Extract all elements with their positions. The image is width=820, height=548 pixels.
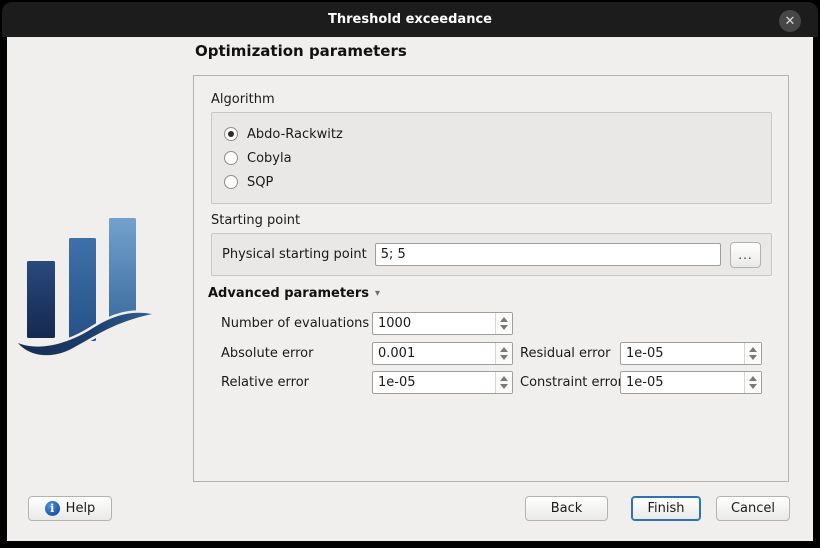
advanced-parameters-toggle[interactable]: Advanced parameters ▾ [208, 286, 380, 301]
radio-button-icon [224, 127, 238, 141]
advanced-parameters-label: Advanced parameters [208, 286, 369, 301]
spinner-buttons [744, 343, 761, 364]
number-of-evaluations-spinbox [372, 312, 513, 335]
cancel-button[interactable]: Cancel [716, 496, 790, 521]
relative-error-input[interactable] [373, 372, 495, 393]
relative-error-spinbox [372, 371, 513, 394]
spin-up-icon[interactable] [500, 376, 508, 381]
spin-up-icon[interactable] [500, 317, 508, 322]
back-button-label: Back [551, 501, 583, 516]
spinner-buttons [744, 372, 761, 393]
dialog-body: Optimization parameters Algorithm Abdo-R… [7, 37, 813, 541]
help-button-label: Help [66, 501, 96, 516]
starting-point-groupbox: Physical starting point ... [211, 233, 772, 276]
spin-down-icon[interactable] [500, 355, 508, 360]
spinner-buttons [495, 343, 512, 364]
constraint-error-spinbox [620, 371, 762, 394]
spin-up-icon[interactable] [749, 376, 757, 381]
radio-label: Abdo-Rackwitz [247, 127, 343, 142]
finish-button[interactable]: Finish [631, 496, 701, 521]
radio-cobyla[interactable]: Cobyla [224, 146, 759, 170]
titlebar: Threshold exceedance ✕ [2, 2, 818, 37]
spin-down-icon[interactable] [500, 325, 508, 330]
absolute-error-spinbox [372, 342, 513, 365]
radio-label: Cobyla [247, 151, 292, 166]
residual-error-input[interactable] [621, 343, 744, 364]
spinner-buttons [495, 313, 512, 334]
algorithm-groupbox: Abdo-Rackwitz Cobyla SQP [211, 112, 772, 204]
relative-error-label: Relative error [221, 371, 309, 394]
browse-button[interactable]: ... [730, 242, 761, 268]
radio-button-icon [224, 151, 238, 165]
radio-abdo-rackwitz[interactable]: Abdo-Rackwitz [224, 122, 759, 146]
spin-down-icon[interactable] [500, 384, 508, 389]
finish-button-label: Finish [647, 501, 684, 516]
absolute-error-input[interactable] [373, 343, 495, 364]
window-title: Threshold exceedance [328, 12, 492, 27]
back-button[interactable]: Back [525, 496, 608, 521]
spin-down-icon[interactable] [749, 355, 757, 360]
radio-label: SQP [247, 175, 273, 190]
wizard-page-frame: Algorithm Abdo-Rackwitz Cobyla SQP Start… [193, 75, 789, 482]
absolute-error-label: Absolute error [221, 342, 313, 365]
starting-point-section-label: Starting point [211, 213, 300, 228]
residual-error-spinbox [620, 342, 762, 365]
residual-error-label: Residual error [520, 342, 611, 365]
app-logo-chart-icon [15, 213, 157, 361]
constraint-error-input[interactable] [621, 372, 744, 393]
spin-up-icon[interactable] [500, 347, 508, 352]
number-of-evaluations-input[interactable] [373, 313, 495, 334]
close-icon[interactable]: ✕ [779, 10, 801, 32]
algorithm-section-label: Algorithm [211, 92, 275, 107]
radio-sqp[interactable]: SQP [224, 170, 759, 194]
help-button[interactable]: i Help [28, 496, 112, 521]
spinner-buttons [495, 372, 512, 393]
chevron-down-icon: ▾ [375, 288, 380, 299]
info-icon: i [45, 501, 60, 516]
cancel-button-label: Cancel [731, 501, 775, 516]
page-title: Optimization parameters [195, 42, 407, 60]
physical-starting-point-input[interactable] [375, 243, 721, 266]
spin-down-icon[interactable] [749, 384, 757, 389]
radio-button-icon [224, 175, 238, 189]
physical-starting-point-label: Physical starting point [222, 247, 367, 262]
spin-up-icon[interactable] [749, 347, 757, 352]
constraint-error-label: Constraint error [520, 371, 623, 394]
number-of-evaluations-label: Number of evaluations [221, 312, 369, 335]
